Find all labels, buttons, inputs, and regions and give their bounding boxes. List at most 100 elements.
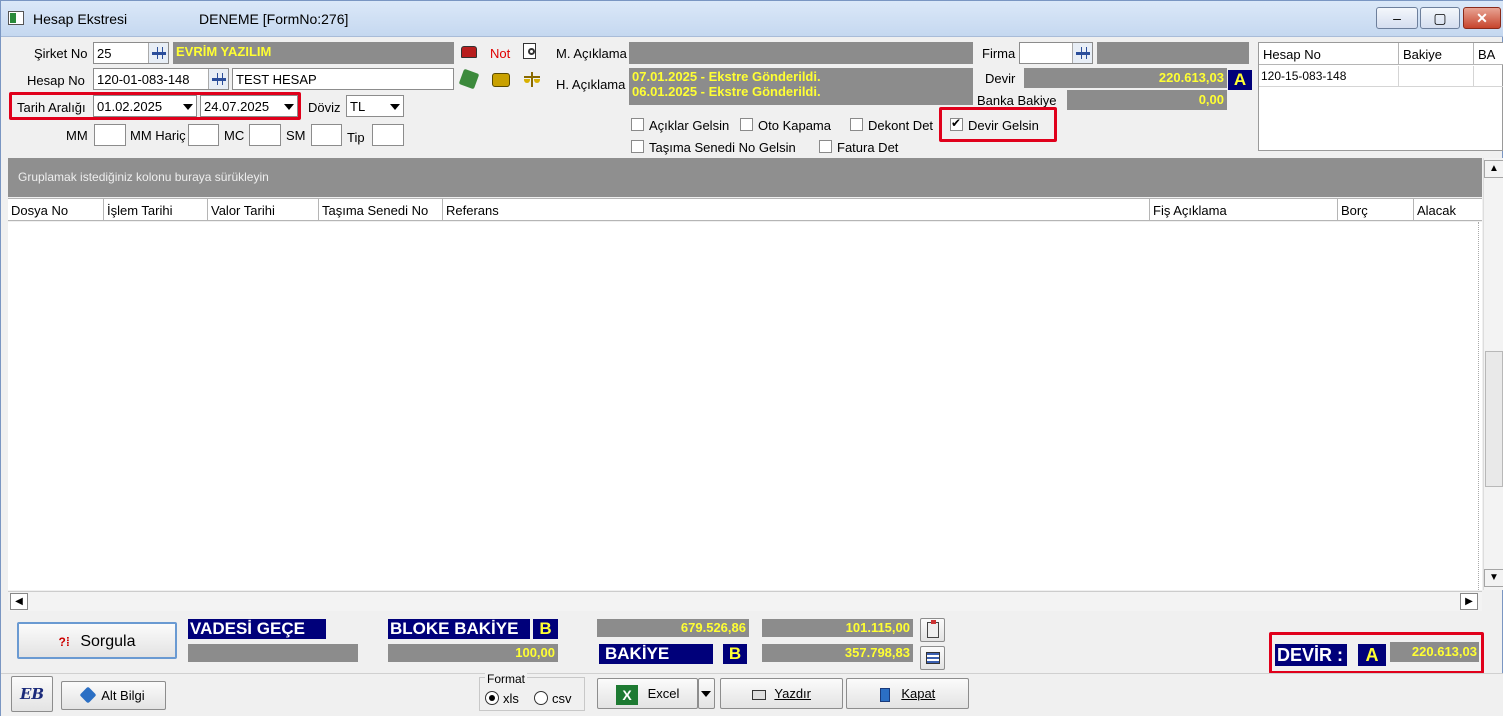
tip-input[interactable] [372, 124, 404, 146]
col-alacak[interactable]: Alacak [1414, 199, 1482, 221]
side-col-hesap-no[interactable]: Hesap No [1263, 47, 1321, 62]
group-by-panel[interactable]: Gruplamak istediğiniz kolonu buraya sürü… [8, 158, 1482, 197]
aciklar-gelsin-label[interactable]: Açıklar Gelsin [649, 118, 729, 133]
clipboard-button[interactable] [920, 618, 945, 642]
alt-bilgi-button[interactable]: Alt Bilgi [61, 681, 166, 710]
col-tasima-senedi[interactable]: Taşıma Senedi No [319, 199, 443, 221]
folder-arrow-icon[interactable] [492, 73, 510, 87]
col-borc[interactable]: Borç [1338, 199, 1414, 221]
sorgula-button[interactable]: ?⁞ Sorgula [17, 622, 177, 659]
excel-button[interactable]: X Excel [597, 678, 698, 709]
title-bar: Hesap Ekstresi DENEME [FormNo:276] – ▢ ✕ [1, 1, 1503, 37]
sm-input[interactable] [311, 124, 342, 146]
scroll-left-icon[interactable]: ◀ [10, 593, 28, 610]
format-xls-label[interactable]: xls [503, 691, 519, 706]
mc-input[interactable] [249, 124, 281, 146]
bloke-bakiye-label: BLOKE BAKİYE [388, 619, 530, 639]
sirket-lookup-icon[interactable] [148, 43, 168, 63]
col-referans[interactable]: Referans [443, 199, 1150, 221]
devir-gelsin-checkbox[interactable] [950, 116, 963, 131]
yazdir-button[interactable]: Yazdır [720, 678, 843, 709]
window-subtitle: DENEME [FormNo:276] [199, 11, 349, 27]
scroll-down-icon[interactable]: ▼ [1484, 569, 1503, 587]
dekont-det-label[interactable]: Dekont Det [868, 118, 933, 133]
total-borc-value: 679.526,86 [680, 620, 746, 635]
side-row-hesap-no: 120-15-083-148 [1261, 69, 1347, 83]
format-xls-radio[interactable] [485, 691, 499, 705]
hesap-ekstresi-window: Hesap Ekstresi DENEME [FormNo:276] – ▢ ✕… [0, 0, 1503, 716]
side-col-ba[interactable]: BA [1478, 47, 1495, 62]
tarih-from-value: 01.02.2025 [97, 99, 163, 114]
doviz-select[interactable]: TL [346, 95, 404, 117]
horizontal-scrollbar[interactable]: ◀ ▶ [8, 591, 1482, 611]
side-hesap-table: Hesap No Bakiye BA 120-15-083-148 [1258, 42, 1503, 151]
kapat-button[interactable]: Kapat [846, 678, 969, 709]
format-csv-radio[interactable] [534, 691, 548, 705]
maximize-button[interactable]: ▢ [1420, 7, 1460, 29]
fatura-det-checkbox[interactable] [819, 140, 832, 153]
chevron-down-icon [284, 104, 294, 110]
tasima-senedi-checkbox[interactable] [631, 140, 644, 153]
devir-footer-box: 220.613,03 [1390, 642, 1479, 662]
tarih-from-select[interactable]: 01.02.2025 [93, 95, 197, 117]
mm-haric-input[interactable] [188, 124, 219, 146]
fatura-det-label[interactable]: Fatura Det [837, 140, 898, 155]
scroll-thumb[interactable] [1485, 351, 1503, 487]
vertical-scrollbar[interactable]: ▲ ▼ [1483, 158, 1503, 590]
col-valor-tarihi[interactable]: Valor Tarihi [208, 199, 319, 221]
group-by-hint: Gruplamak istediğiniz kolonu buraya sürü… [18, 170, 269, 184]
excel-dropdown-button[interactable] [698, 678, 715, 709]
balance-scale-icon[interactable] [524, 72, 540, 88]
eraser-icon[interactable] [461, 46, 477, 58]
banka-bakiye-display: 0,00 [1067, 90, 1227, 110]
bakiye-value-box: 357.798,83 [762, 644, 913, 662]
yazdir-label: Yazdır [774, 686, 811, 701]
oto-kapama-label[interactable]: Oto Kapama [758, 118, 831, 133]
devir-gelsin-label[interactable]: Devir Gelsin [968, 118, 1039, 133]
m-aciklama-field[interactable] [629, 42, 973, 64]
bakiye-badge: B [723, 644, 747, 664]
devir-footer-label: DEVİR : [1275, 644, 1347, 666]
scroll-right-icon[interactable]: ▶ [1460, 593, 1478, 610]
chevron-down-icon [183, 104, 193, 110]
sm-label: SM [286, 128, 306, 143]
col-islem-tarihi[interactable]: İşlem Tarihi [104, 199, 208, 221]
document-edit-icon[interactable] [458, 68, 480, 90]
scroll-up-icon[interactable]: ▲ [1484, 160, 1503, 178]
eb-logo[interactable]: EB [11, 676, 53, 712]
firma-input[interactable] [1019, 42, 1093, 64]
grid-body[interactable] [8, 222, 1482, 590]
bloke-badge: B [533, 619, 558, 639]
aciklar-gelsin-checkbox[interactable] [631, 118, 644, 131]
firma-lookup-icon[interactable] [1072, 43, 1092, 63]
format-csv-label[interactable]: csv [552, 691, 572, 706]
hesap-name-value: TEST HESAP [236, 72, 317, 87]
preview-icon[interactable] [523, 43, 536, 59]
sirket-no-input[interactable]: 25 [93, 42, 169, 64]
window-title: Hesap Ekstresi [33, 11, 128, 27]
list-icon [926, 652, 940, 664]
hesap-no-input[interactable]: 120-01-083-148 [93, 68, 229, 90]
hesap-lookup-icon[interactable] [208, 69, 228, 89]
side-table-row[interactable]: 120-15-083-148 [1259, 66, 1503, 87]
minimize-button[interactable]: – [1376, 7, 1418, 29]
tasima-senedi-label[interactable]: Taşıma Senedi No Gelsin [649, 140, 796, 155]
col-dosya-no[interactable]: Dosya No [8, 199, 104, 221]
dekont-det-checkbox[interactable] [850, 118, 863, 131]
sirket-no-label: Şirket No [34, 46, 88, 61]
list-button[interactable] [920, 646, 945, 670]
devir-value: 220.613,03 [1158, 70, 1224, 85]
close-button[interactable]: ✕ [1463, 7, 1501, 29]
bakiye-label: BAKİYE [599, 644, 713, 664]
not-label[interactable]: Not [490, 46, 510, 61]
side-col-bakiye[interactable]: Bakiye [1403, 47, 1442, 62]
h-aciklama-field[interactable]: 07.01.2025 - Ekstre Gönderildi. 06.01.20… [629, 68, 973, 105]
mm-input[interactable] [94, 124, 126, 146]
sorgula-label: Sorgula [80, 633, 136, 650]
col-fis-aciklama[interactable]: Fiş Açıklama [1150, 199, 1338, 221]
app-icon [8, 11, 24, 25]
oto-kapama-checkbox[interactable] [740, 118, 753, 131]
vadesi-gecen-value [188, 644, 358, 662]
tarih-to-select[interactable]: 24.07.2025 [200, 95, 298, 117]
hesap-name-input[interactable]: TEST HESAP [232, 68, 454, 90]
